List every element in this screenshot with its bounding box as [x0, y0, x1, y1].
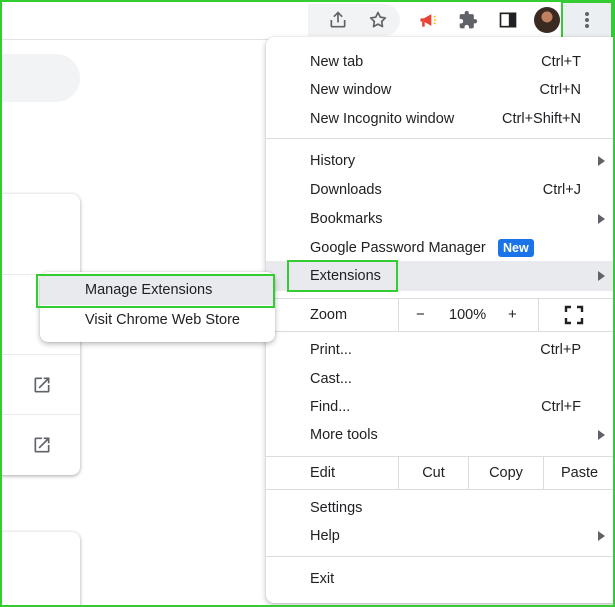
zoom-level: 100% [449, 307, 487, 323]
menu-item-label: Extensions [310, 268, 381, 284]
zoom-out-button[interactable]: − [416, 306, 425, 323]
menu-item-label: Exit [310, 571, 335, 587]
background-search-bar [0, 54, 80, 102]
paste-button[interactable]: Paste [544, 465, 615, 481]
copy-button[interactable]: Copy [469, 465, 543, 481]
menu-divider [266, 556, 615, 557]
chrome-menu-button[interactable] [561, 1, 613, 39]
menu-item-label: Help [310, 528, 340, 544]
menu-item-label: More tools [310, 427, 378, 443]
menu-item-new-tab[interactable]: New tab Ctrl+T [266, 48, 615, 76]
menu-item-label: New window [310, 82, 392, 98]
menu-divider [266, 331, 615, 332]
extensions-puzzle-icon[interactable] [456, 8, 480, 32]
share-icon[interactable] [326, 8, 350, 32]
shortcut-label: Ctrl+N [539, 82, 582, 98]
shortcut-label: Ctrl+Shift+N [502, 111, 581, 127]
profile-avatar[interactable] [534, 7, 560, 33]
menu-item-label: New Incognito window [310, 111, 455, 127]
menu-item-label: Settings [310, 500, 363, 516]
submenu-arrow-icon [598, 531, 605, 541]
menu-item-bookmarks[interactable]: Bookmarks [266, 205, 615, 233]
bookmark-star-icon[interactable] [366, 8, 390, 32]
menu-item-label: History [310, 153, 356, 169]
submenu-item-web-store[interactable]: Visit Chrome Web Store [40, 305, 275, 335]
menu-item-find[interactable]: Find... Ctrl+F [266, 393, 615, 421]
menu-item-label: Find... [310, 399, 351, 415]
shortcut-label: Ctrl+T [541, 54, 581, 70]
menu-item-new-window[interactable]: New window Ctrl+N [266, 76, 615, 104]
shortcut-label: Ctrl+J [542, 182, 581, 198]
submenu-arrow-icon [598, 271, 605, 281]
menu-item-label: Bookmarks [310, 211, 383, 227]
browser-toolbar [0, 0, 615, 40]
megaphone-icon[interactable] [416, 8, 440, 32]
menu-item-label: Zoom [310, 307, 348, 323]
menu-item-label: Cast... [310, 371, 352, 387]
edit-row: Edit Cut Copy Paste [266, 457, 615, 489]
menu-item-password-manager[interactable]: Google Password Manager New [266, 234, 615, 262]
menu-item-label: Print... [310, 342, 352, 358]
menu-item-label: Edit [310, 465, 335, 481]
zoom-in-button[interactable]: + [508, 306, 517, 323]
fullscreen-icon[interactable] [564, 305, 584, 325]
menu-item-label: Downloads [310, 182, 382, 198]
submenu-arrow-icon [598, 156, 605, 166]
menu-item-print[interactable]: Print... Ctrl+P [266, 336, 615, 364]
menu-item-extensions[interactable]: Extensions [266, 260, 615, 292]
shortcut-label: Ctrl+F [541, 399, 581, 415]
cut-button[interactable]: Cut [399, 465, 468, 481]
new-badge: New [498, 239, 534, 257]
open-in-new-icon[interactable] [31, 374, 53, 396]
menu-item-label: New tab [310, 54, 364, 70]
menu-item-new-incognito[interactable]: New Incognito window Ctrl+Shift+N [266, 105, 615, 133]
menu-item-more-tools[interactable]: More tools [266, 421, 615, 449]
submenu-item-manage-extensions[interactable]: Manage Extensions [36, 274, 275, 308]
menu-item-label: Google Password Manager [310, 240, 486, 256]
submenu-item-label: Visit Chrome Web Store [85, 312, 240, 328]
open-in-new-icon[interactable] [31, 434, 53, 456]
menu-item-history[interactable]: History [266, 147, 615, 175]
menu-divider [266, 138, 615, 139]
menu-item-help[interactable]: Help [266, 522, 615, 550]
background-card [0, 532, 80, 607]
menu-item-downloads[interactable]: Downloads Ctrl+J [266, 176, 615, 204]
chrome-main-menu: New tab Ctrl+T New window Ctrl+N New Inc… [266, 37, 615, 603]
kebab-menu-icon [585, 12, 589, 28]
submenu-arrow-icon [598, 214, 605, 224]
side-panel-icon[interactable] [496, 8, 520, 32]
submenu-item-label: Manage Extensions [85, 282, 213, 298]
shortcut-label: Ctrl+P [540, 342, 581, 358]
menu-item-cast[interactable]: Cast... [266, 365, 615, 393]
zoom-row: Zoom − 100% + [266, 299, 615, 331]
menu-divider [266, 489, 615, 490]
menu-item-settings[interactable]: Settings [266, 494, 615, 522]
submenu-arrow-icon [598, 430, 605, 440]
extensions-submenu: Manage Extensions Visit Chrome Web Store [36, 272, 275, 342]
menu-item-exit[interactable]: Exit [266, 565, 615, 593]
